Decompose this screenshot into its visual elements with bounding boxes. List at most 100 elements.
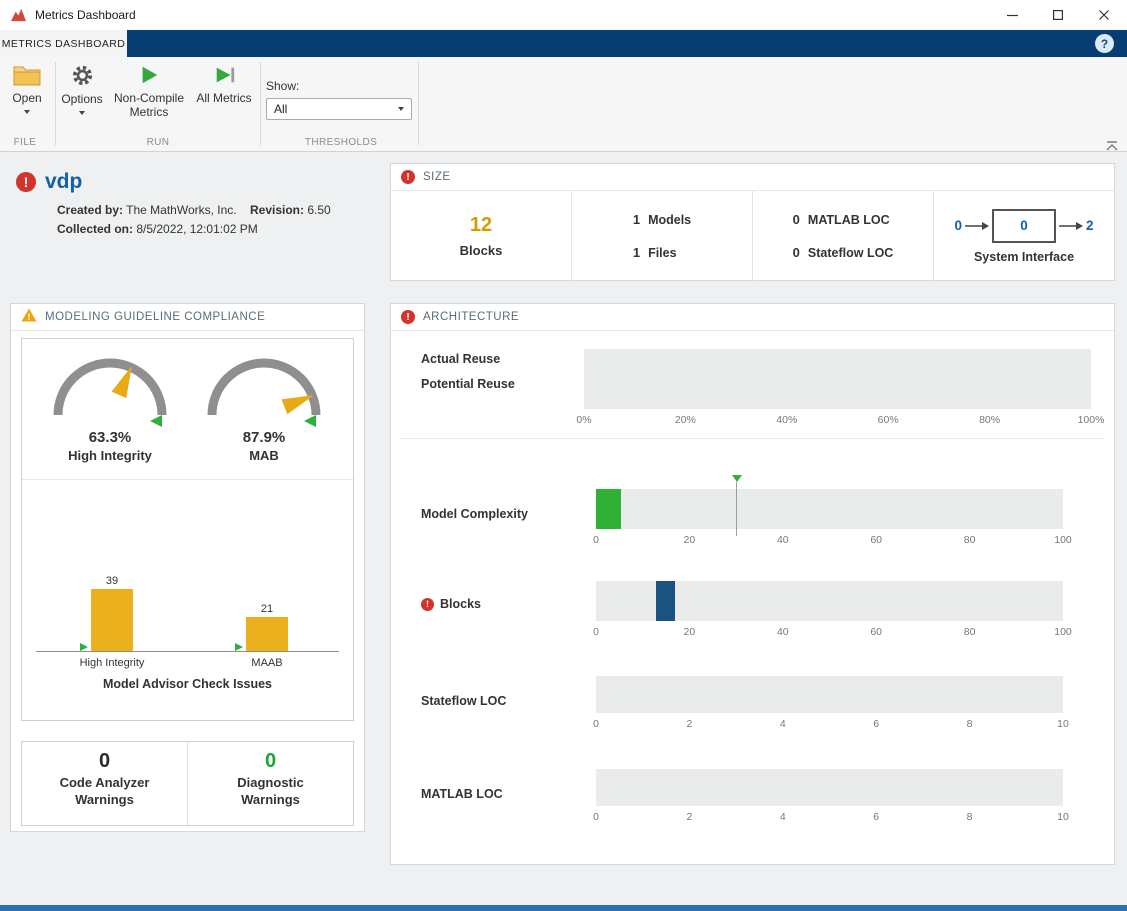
code-analyzer-warnings-count: 0 — [99, 750, 110, 773]
run-play-icon — [138, 64, 160, 89]
size-blocks-cell[interactable]: 12 Blocks — [391, 191, 572, 281]
gauge-threshold-marker — [150, 415, 162, 427]
blocks-count: 12 — [470, 214, 492, 237]
interface-outputs: 2 — [1086, 218, 1094, 233]
show-dropdown-value: All — [274, 102, 287, 116]
bar-maab[interactable] — [246, 617, 288, 651]
compliance-panel: ! MODELING GUIDELINE COMPLIANCE 63.3% Hi… — [10, 303, 365, 832]
model-info: ! vdp Created by: The MathWorks, Inc. Re… — [16, 170, 331, 236]
warning-label-line1: Code Analyzer — [60, 775, 150, 790]
gauge-high-integrity: 63.3% High Integrity — [40, 349, 180, 463]
open-button[interactable]: Open — [6, 64, 48, 114]
warnings-card: 0 Code Analyzer Warnings 0 Diagnostic Wa… — [21, 741, 354, 826]
matlab-loc-label: MATLAB LOC — [421, 787, 503, 801]
matlab-loc-chart[interactable] — [596, 769, 1063, 806]
window-bottom-accent — [0, 905, 1127, 911]
warning-icon: ! — [21, 308, 37, 327]
architecture-panel-title: ARCHITECTURE — [423, 311, 519, 323]
chevron-down-icon — [398, 107, 404, 111]
axis-tick: 100% — [1078, 414, 1105, 426]
warning-label-line2: Warnings — [241, 792, 300, 807]
axis-tick: 40 — [777, 534, 789, 546]
run-all-icon — [213, 64, 236, 89]
axis-tick: 4 — [780, 811, 786, 823]
axis-tick: 6 — [873, 811, 879, 823]
bar-value: 39 — [106, 575, 118, 587]
diagnostic-warnings-count: 0 — [265, 750, 276, 773]
close-button[interactable] — [1081, 0, 1127, 30]
system-interface-label: System Interface — [974, 250, 1074, 264]
model-complexity-chart[interactable] — [596, 489, 1063, 529]
section-label-file: FILE — [0, 137, 50, 148]
created-by-value: The MathWorks, Inc. — [126, 203, 236, 217]
size-models-files-cell[interactable]: 1Models 1Files — [572, 191, 753, 281]
error-icon: ! — [421, 598, 434, 611]
arrow-right-icon — [1059, 221, 1083, 231]
size-panel-title: SIZE — [423, 171, 451, 183]
open-label: Open — [12, 92, 41, 106]
axis-tick: 60 — [870, 626, 882, 638]
collected-value: 8/5/2022, 12:01:02 PM — [136, 222, 257, 236]
axis-tick: 80 — [964, 626, 976, 638]
axis-tick: 20 — [684, 534, 696, 546]
code-analyzer-warnings-cell[interactable]: 0 Code Analyzer Warnings — [22, 742, 188, 825]
gear-icon — [71, 64, 94, 90]
size-loc-cell[interactable]: 0MATLAB LOC 0Stateflow LOC — [753, 191, 934, 281]
files-label: Files — [648, 246, 677, 260]
complexity-threshold — [736, 482, 737, 536]
show-dropdown[interactable]: All — [266, 98, 412, 120]
size-metrics: 12 Blocks 1Models 1Files 0MATLAB LOC 0St… — [391, 191, 1114, 281]
model-complexity-label: Model Complexity — [421, 507, 528, 521]
help-button[interactable]: ? — [1095, 34, 1114, 53]
created-by-label: Created by: — [57, 203, 123, 217]
model-name[interactable]: vdp — [45, 170, 82, 194]
bar-high-integrity[interactable] — [91, 589, 133, 651]
options-button[interactable]: Options — [59, 64, 105, 115]
non-compile-label-line2: Metrics — [130, 105, 169, 119]
error-icon: ! — [16, 172, 36, 192]
show-label: Show: — [266, 79, 299, 93]
metrics-dashboard-window: Metrics Dashboard METRICS DASHBOARD ? — [0, 0, 1127, 911]
folder-icon — [13, 64, 41, 89]
blocks-bar — [656, 581, 676, 621]
section-label-thresholds: THRESHOLDS — [266, 137, 416, 148]
compliance-card: 63.3% High Integrity 87.9% MAB — [21, 338, 354, 721]
axis-tick: 100 — [1054, 626, 1072, 638]
axis-tick: 100 — [1054, 534, 1072, 546]
stateflow-loc-chart[interactable] — [596, 676, 1063, 713]
non-compile-metrics-button[interactable]: Non-Compile Metrics — [110, 64, 188, 120]
gauge-dial — [199, 349, 329, 427]
divider — [401, 438, 1104, 439]
axis-tick: 60 — [870, 534, 882, 546]
all-metrics-button[interactable]: All Metrics — [191, 64, 257, 106]
diagnostic-warnings-cell[interactable]: 0 Diagnostic Warnings — [188, 742, 353, 825]
matlab-logo-icon — [10, 8, 27, 23]
axis-tick: 80 — [964, 534, 976, 546]
axis-tick: 6 — [873, 718, 879, 730]
tab-metrics-dashboard[interactable]: METRICS DASHBOARD — [0, 30, 127, 57]
all-metrics-label: All Metrics — [196, 92, 251, 106]
non-compile-label-line1: Non-Compile — [114, 91, 184, 105]
bar-value: 21 — [261, 603, 273, 615]
gauge-value: 87.9% — [243, 429, 286, 446]
svg-text:!: ! — [28, 312, 31, 322]
architecture-panel: ! ARCHITECTURE Actual Reuse Potential Re… — [390, 303, 1115, 865]
complexity-axis: 0 20 40 60 80 100 — [596, 534, 1063, 547]
stateflow-loc-label: Stateflow LOC — [421, 694, 506, 708]
bar-column: 21 — [246, 603, 288, 651]
show-threshold-group: Show: All — [266, 79, 412, 120]
architecture-panel-header: ! ARCHITECTURE — [391, 304, 1114, 331]
matlab-loc-label: MATLAB LOC — [808, 213, 890, 227]
complexity-bar — [596, 489, 621, 529]
blocks-chart[interactable] — [596, 581, 1063, 621]
minimize-button[interactable] — [989, 0, 1035, 30]
system-interface-cell[interactable]: 0 0 2 System Interface — [934, 191, 1114, 281]
section-label-run: RUN — [58, 137, 258, 148]
options-label: Options — [61, 93, 102, 107]
error-icon: ! — [401, 310, 415, 324]
model-created-line: Created by: The MathWorks, Inc. Revision… — [57, 203, 331, 217]
maximize-button[interactable] — [1035, 0, 1081, 30]
gauge-dial — [45, 349, 175, 427]
axis-tick: 10 — [1057, 811, 1069, 823]
reuse-chart[interactable] — [584, 349, 1091, 409]
